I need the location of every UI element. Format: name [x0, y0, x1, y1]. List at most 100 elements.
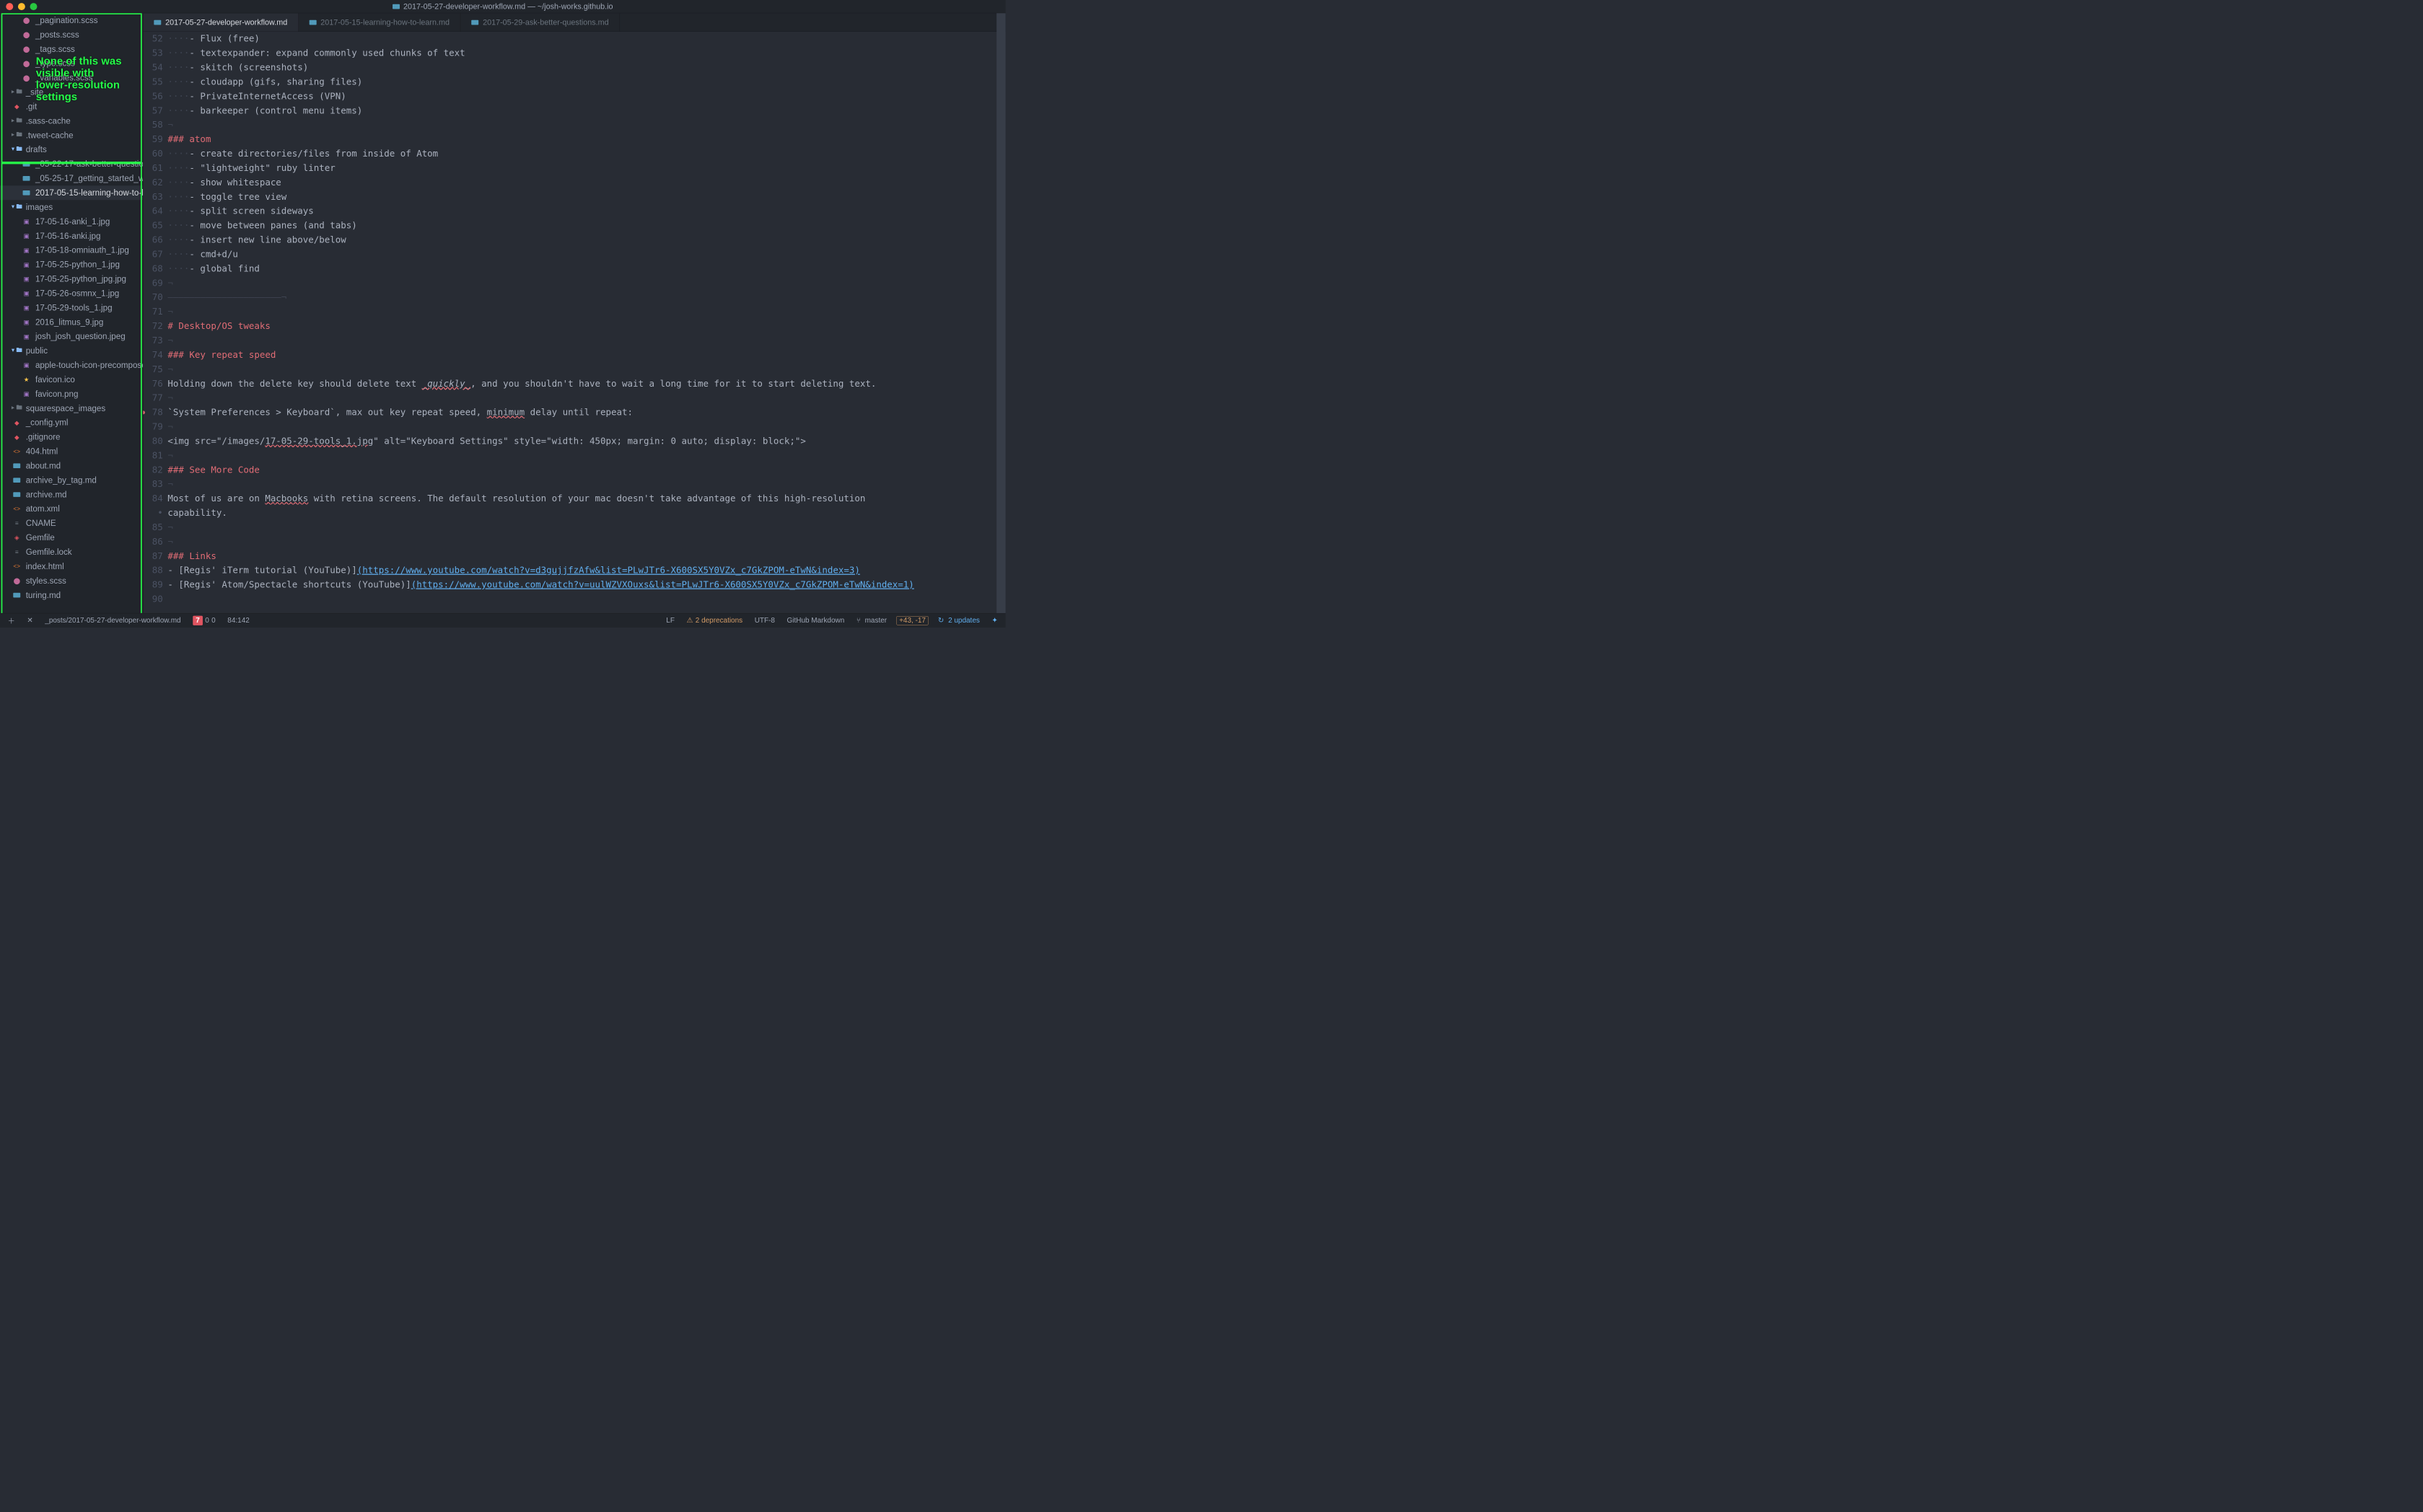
- code-line[interactable]: —————————————————————¬: [167, 291, 1005, 305]
- code-line[interactable]: ¬: [167, 520, 1005, 535]
- tree-file-gemfile-lock[interactable]: ≡Gemfile.lock: [0, 545, 143, 559]
- tree-file-favicon-png[interactable]: ▣favicon.png: [0, 387, 143, 401]
- tree-file-2017-05-15-learning-how-to-learn[interactable]: 2017-05-15-learning-how-to-learn: [0, 185, 143, 200]
- status-issues[interactable]: 7 0 0: [190, 615, 218, 625]
- code-line[interactable]: ¬: [167, 333, 1005, 348]
- status-path[interactable]: _posts/2017-05-27-developer-workflow.md: [43, 616, 183, 625]
- tree-file-17-05-25-python-jpg-jpg[interactable]: ▣17-05-25-python_jpg.jpg: [0, 272, 143, 286]
- tree-file-styles-scss[interactable]: ⬤styles.scss: [0, 573, 143, 588]
- code-line[interactable]: ····- toggle tree view: [167, 190, 1005, 204]
- tab-2017-05-15-learning-how-to-learn-md[interactable]: 2017-05-15-learning-how-to-learn.md: [299, 13, 461, 31]
- code-line[interactable]: ### Links: [167, 549, 1005, 563]
- code-line[interactable]: ····- insert new line above/below: [167, 233, 1005, 247]
- code-line[interactable]: ····- cloudapp (gifs, sharing files): [167, 75, 1005, 89]
- tree-file--config-yml[interactable]: ◆_config.yml: [0, 416, 143, 430]
- close-file-button[interactable]: ✕: [25, 616, 35, 625]
- code-area[interactable]: 5253545556575859606162636465666768697071…: [143, 32, 1005, 613]
- status-misc-icon[interactable]: ✦: [989, 616, 1000, 625]
- tree-file--variables-scss[interactable]: ⬤_variables.scss: [0, 71, 143, 85]
- status-updates[interactable]: 2 updates: [936, 616, 983, 625]
- tree-file-turing-md[interactable]: turing.md: [0, 588, 143, 602]
- minimize-window-button[interactable]: [18, 3, 25, 10]
- status-encoding[interactable]: UTF-8: [752, 616, 777, 625]
- code-line[interactable]: ### Key repeat speed: [167, 348, 1005, 362]
- code-line[interactable]: ····- cmd+d/u: [167, 247, 1005, 262]
- file-tree[interactable]: ⬤_pagination.scss⬤_posts.scss⬤_tags.scss…: [0, 13, 143, 613]
- tree-file--05-25-17-getting-started-with-p[interactable]: _05-25-17_getting_started_with_p: [0, 171, 143, 185]
- code-line[interactable]: ····- barkeeper (control menu items): [167, 104, 1005, 118]
- tree-file-josh-josh-question-jpeg[interactable]: ▣josh_josh_question.jpeg: [0, 330, 143, 344]
- tree-file-about-md[interactable]: about.md: [0, 459, 143, 473]
- close-window-button[interactable]: [6, 3, 13, 10]
- status-git-branch[interactable]: master: [854, 616, 890, 625]
- code-line[interactable]: ····- PrivateInternetAccess (VPN): [167, 89, 1005, 104]
- tree-file-17-05-25-python-1-jpg[interactable]: ▣17-05-25-python_1.jpg: [0, 258, 143, 272]
- tree-file--pagination-scss[interactable]: ⬤_pagination.scss: [0, 13, 143, 27]
- code-line[interactable]: ····- move between panes (and tabs): [167, 219, 1005, 233]
- status-line-ending[interactable]: LF: [664, 616, 677, 625]
- code-line[interactable]: ····- global find: [167, 262, 1005, 276]
- code-line[interactable]: ····- skitch (screenshots): [167, 61, 1005, 75]
- tree-file-2016-litmus-9-jpg[interactable]: ▣2016_litmus_9.jpg: [0, 315, 143, 330]
- code-line[interactable]: [167, 592, 1005, 607]
- code-line[interactable]: # Desktop/OS tweaks: [167, 319, 1005, 333]
- tree-file-404-html[interactable]: <>404.html: [0, 444, 143, 459]
- tree-file-apple-touch-icon-precomposed-p[interactable]: ▣apple-touch-icon-precomposed.p: [0, 358, 143, 372]
- tree-file--git[interactable]: ◆.git: [0, 100, 143, 114]
- tree-folder--tweet-cache[interactable]: ▸ 🖿.tweet-cache: [0, 128, 143, 143]
- tree-file-17-05-16-anki-1-jpg[interactable]: ▣17-05-16-anki_1.jpg: [0, 214, 143, 229]
- code-line[interactable]: ¬: [167, 362, 1005, 377]
- code-line[interactable]: ### See More Code: [167, 463, 1005, 478]
- tree-folder-images[interactable]: ▾ 🖿images: [0, 200, 143, 214]
- tree-folder--sass-cache[interactable]: ▸ 🖿.sass-cache: [0, 114, 143, 128]
- code-line[interactable]: <img src="/images/17-05-29-tools_1.jpg" …: [167, 434, 1005, 449]
- code-line[interactable]: Holding down the delete key should delet…: [167, 377, 1005, 391]
- tree-file-archive-md[interactable]: archive.md: [0, 488, 143, 502]
- code-line[interactable]: ¬: [167, 449, 1005, 463]
- zoom-window-button[interactable]: [30, 3, 38, 10]
- tree-file--05-22-17-ask-better-questions-md[interactable]: _05-22-17-ask-better-questions.md: [0, 157, 143, 171]
- tree-file-favicon-ico[interactable]: ★favicon.ico: [0, 372, 143, 387]
- tree-file--type-scss[interactable]: ⬤_type.scss: [0, 56, 143, 71]
- tree-file-17-05-29-tools-1-jpg[interactable]: ▣17-05-29-tools_1.jpg: [0, 301, 143, 315]
- new-file-button[interactable]: ＋: [5, 615, 17, 626]
- code-line[interactable]: Most of us are on Macbooks with retina s…: [167, 491, 1005, 506]
- tree-file-index-html[interactable]: <>index.html: [0, 559, 143, 573]
- code-line[interactable]: ¬: [167, 304, 1005, 319]
- tree-file-17-05-18-omniauth-1-jpg[interactable]: ▣17-05-18-omniauth_1.jpg: [0, 243, 143, 258]
- code-line[interactable]: ····- "lightweight" ruby linter: [167, 161, 1005, 175]
- tab-2017-05-27-developer-workflow-md[interactable]: 2017-05-27-developer-workflow.md: [143, 13, 298, 31]
- status-deprecations[interactable]: ⚠ 2 deprecations: [684, 616, 745, 625]
- status-git-diff[interactable]: +43, -17: [896, 616, 928, 625]
- code-line[interactable]: ····- show whitespace: [167, 175, 1005, 190]
- code-line[interactable]: ····- Flux (free): [167, 32, 1005, 46]
- code-line[interactable]: `System Preferences > Keyboard`, max out…: [167, 405, 1005, 420]
- tree-folder-drafts[interactable]: ▾ 🖿drafts: [0, 143, 143, 157]
- code-line[interactable]: ····- create directories/files from insi…: [167, 146, 1005, 161]
- code-line[interactable]: - [Regis' iTerm tutorial (YouTube)](http…: [167, 563, 1005, 578]
- tree-file--tags-scss[interactable]: ⬤_tags.scss: [0, 42, 143, 56]
- tree-file-archive-by-tag-md[interactable]: archive_by_tag.md: [0, 473, 143, 488]
- code-line[interactable]: - [Regis' Atom/Spectacle shortcuts (YouT…: [167, 578, 1005, 592]
- code-line[interactable]: ### atom: [167, 132, 1005, 146]
- tree-file-atom-xml[interactable]: <>atom.xml: [0, 502, 143, 517]
- tree-file-17-05-16-anki-jpg[interactable]: ▣17-05-16-anki.jpg: [0, 229, 143, 243]
- status-cursor[interactable]: 84:142: [225, 616, 252, 625]
- code-line[interactable]: capability.: [167, 506, 1005, 520]
- tree-file-gemfile[interactable]: ◈Gemfile: [0, 530, 143, 545]
- tree-file-cname[interactable]: ≡CNAME: [0, 516, 143, 530]
- code-line[interactable]: ¬: [167, 535, 1005, 549]
- tree-file--posts-scss[interactable]: ⬤_posts.scss: [0, 27, 143, 42]
- status-grammar[interactable]: GitHub Markdown: [784, 616, 846, 625]
- code-line[interactable]: ¬: [167, 391, 1005, 405]
- code-line[interactable]: ¬: [167, 478, 1005, 492]
- tree-file--gitignore[interactable]: ◆.gitignore: [0, 430, 143, 444]
- code-line[interactable]: ¬: [167, 276, 1005, 291]
- code-content[interactable]: ····- Flux (free)····- textexpander: exp…: [167, 32, 1005, 613]
- code-line[interactable]: ····- split screen sideways: [167, 204, 1005, 219]
- tree-folder-squarespace-images[interactable]: ▸ 🖿squarespace_images: [0, 401, 143, 416]
- tab-2017-05-29-ask-better-questions-md[interactable]: 2017-05-29-ask-better-questions.md: [460, 13, 620, 31]
- tree-file-17-05-26-osmnx-1-jpg[interactable]: ▣17-05-26-osmnx_1.jpg: [0, 286, 143, 301]
- code-line[interactable]: ····- textexpander: expand commonly used…: [167, 46, 1005, 61]
- code-line[interactable]: ¬: [167, 118, 1005, 133]
